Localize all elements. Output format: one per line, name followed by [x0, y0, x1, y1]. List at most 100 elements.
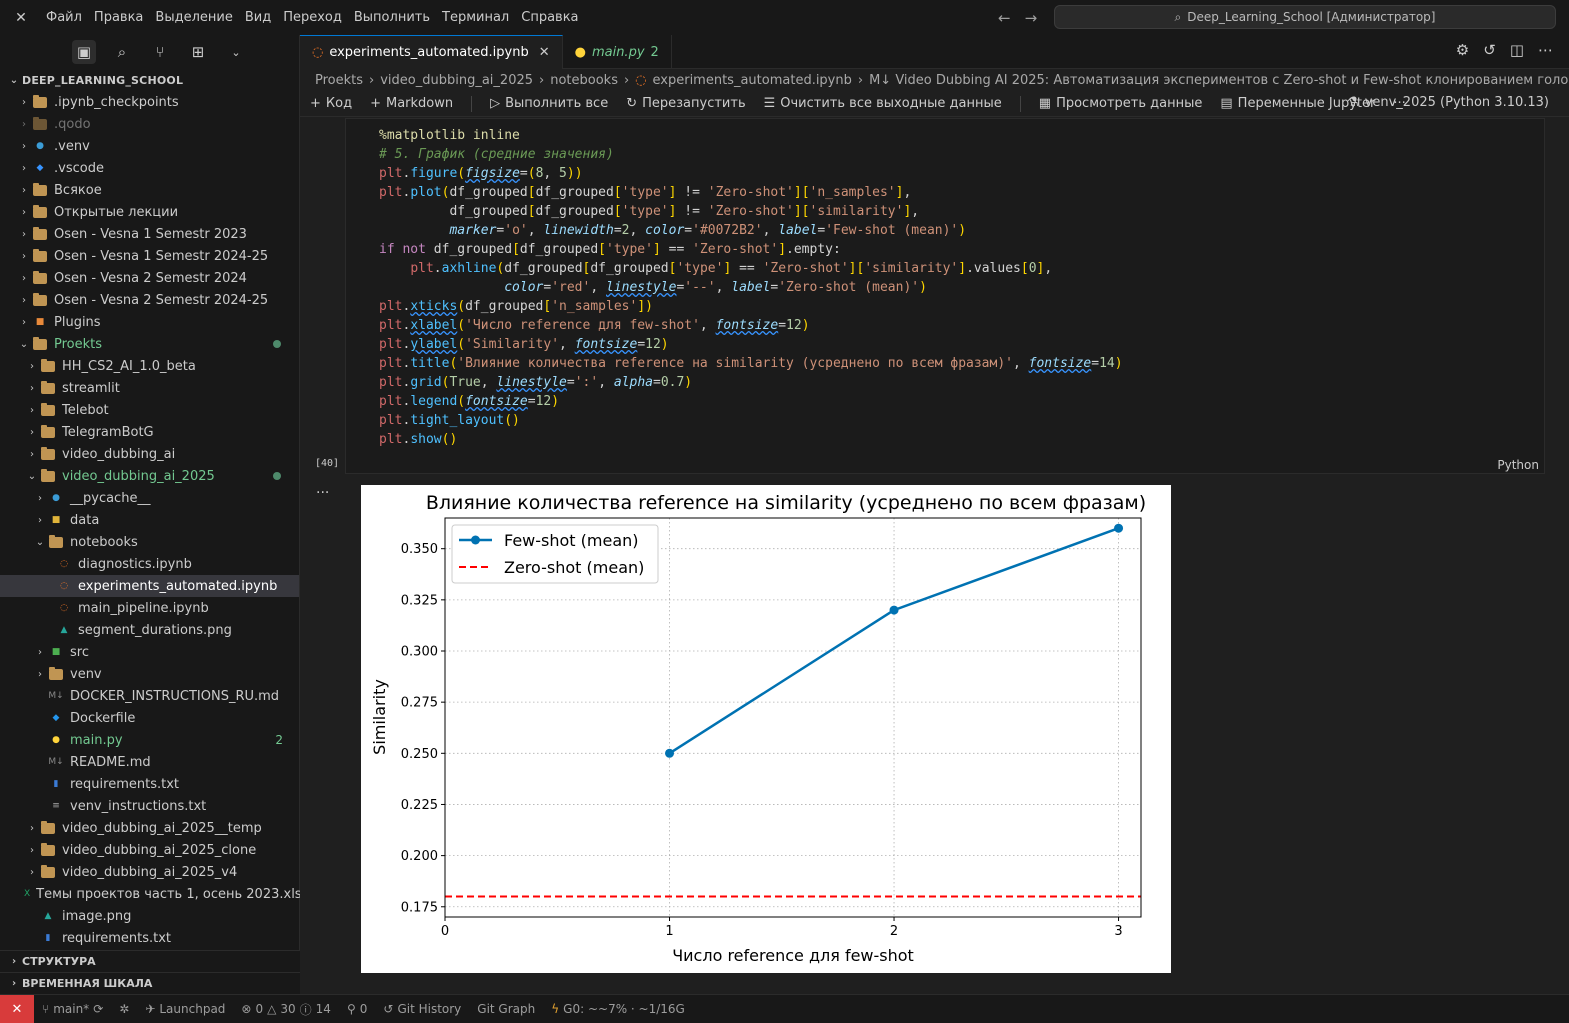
back-arrow-icon[interactable]: ← [998, 9, 1011, 27]
tree-item[interactable]: ⌄ Proekts [0, 333, 299, 355]
launchpad-status[interactable]: ✈ Launchpad [137, 1002, 233, 1016]
tree-item[interactable]: ◆ Dockerfile [0, 707, 299, 729]
tree-item[interactable]: M↓ README.md [0, 751, 299, 773]
explorer-files-icon[interactable]: ▣ [72, 40, 96, 64]
git-graph-status[interactable]: Git Graph [469, 1002, 543, 1016]
source-control-icon[interactable]: ⑂ [148, 40, 172, 64]
tree-item[interactable]: › video_dubbing_ai_2025__temp [0, 817, 299, 839]
menu-item[interactable]: Вид [239, 0, 277, 35]
problems-status[interactable]: ⊗ 0 △ 30 ⓘ 14 [233, 1001, 339, 1018]
timeline-section[interactable]: › ВРЕМЕННАЯ ШКАЛА [0, 972, 300, 994]
tree-item[interactable]: › Osen - Vesna 1 Semestr 2023 [0, 223, 299, 245]
tree-item[interactable]: › Telebot [0, 399, 299, 421]
add-code-cell-button[interactable]: + Код [310, 96, 352, 111]
folder-icon [40, 842, 56, 857]
tree-item[interactable]: ▮ requirements.txt [0, 927, 299, 949]
tree-item[interactable]: ◌ main_pipeline.ipynb [0, 597, 299, 619]
menu-item[interactable]: Файл [40, 0, 88, 35]
outline-section[interactable]: › СТРУКТУРА [0, 950, 300, 972]
tab-main-py[interactable]: ● main.py 2 [563, 35, 672, 69]
tree-item[interactable]: › video_dubbing_ai [0, 443, 299, 465]
chevron-right-icon: › [30, 822, 34, 834]
split-editor-icon[interactable]: ◫ [1510, 41, 1524, 59]
tree-item[interactable]: › Открытые лекции [0, 201, 299, 223]
tree-item[interactable]: › ● __pycache__ [0, 487, 299, 509]
tree-item[interactable]: › HH_CS2_AI_1.0_beta [0, 355, 299, 377]
menu-item[interactable]: Терминал [436, 0, 515, 35]
history-icon[interactable]: ↺ [1483, 41, 1496, 59]
tree-item[interactable]: › ● .venv [0, 135, 299, 157]
branch-label: main* [53, 1002, 90, 1016]
git-history-status[interactable]: ↺ Git History [375, 1002, 469, 1016]
tree-item[interactable]: › Всякое [0, 179, 299, 201]
tree-item[interactable]: ▲ image.png [0, 905, 299, 927]
close-icon[interactable]: ✕ [539, 45, 550, 60]
menu-item[interactable]: Переход [277, 0, 348, 35]
tree-item[interactable]: › TelegramBotG [0, 421, 299, 443]
remote-indicator-icon[interactable]: ✕ [0, 994, 34, 1023]
run-all-button[interactable]: ▷ Выполнить все [490, 96, 608, 111]
tree-item[interactable]: ≡ venv_instructions.txt [0, 795, 299, 817]
tree-item[interactable]: › video_dubbing_ai_2025_clone [0, 839, 299, 861]
ports-status[interactable]: ⚲ 0 [339, 1002, 375, 1016]
branch-status[interactable]: ⑂ main* ⟳ [34, 1002, 111, 1016]
tree-item[interactable]: X Темы проектов часть 1, осень 2023.xlsx [0, 883, 309, 905]
code-cell[interactable]: %matplotlib inline # 5. График (средние … [345, 118, 1545, 474]
y-tick-label: 0.200 [401, 849, 438, 864]
output-more-icon[interactable]: ··· [316, 485, 329, 501]
tree-item-label: .ipynb_checkpoints [54, 94, 179, 110]
forward-arrow-icon[interactable]: → [1025, 9, 1038, 27]
view-data-button[interactable]: ▦ Просмотреть данные [1039, 96, 1203, 111]
breadcrumb-item[interactable]: Proekts [315, 73, 363, 88]
menu-item[interactable]: Правка [88, 0, 149, 35]
kernel-picker[interactable]: ⚗ venv_2025 (Python 3.10.13) [1347, 95, 1549, 110]
tree-item[interactable]: › .qodo [0, 113, 299, 135]
command-center-search[interactable]: ⌕ Deep_Learning_School [Администратор] [1054, 5, 1556, 29]
tree-item[interactable]: › ■ src [0, 641, 299, 663]
breadcrumb-item[interactable]: video_dubbing_ai_2025 [380, 73, 533, 88]
tree-item[interactable]: › video_dubbing_ai_2025_v4 [0, 861, 299, 883]
tree-item[interactable]: ◌ diagnostics.ipynb [0, 553, 299, 575]
tree-item[interactable]: ⌄ notebooks [0, 531, 299, 553]
clear-outputs-button[interactable]: ☰ Очистить все выходные данные [764, 96, 1002, 111]
tree-item[interactable]: ▮ requirements.txt [0, 773, 299, 795]
tab-experiments-notebook[interactable]: ◌ experiments_automated.ipynb ✕ [300, 35, 563, 69]
gear-icon[interactable]: ⚙ [1456, 41, 1469, 59]
search-icon[interactable]: ⌕ [110, 40, 134, 64]
tree-item-label: image.png [62, 908, 132, 924]
extensions-icon[interactable]: ⊞ [186, 40, 210, 64]
tree-item[interactable]: ● main.py 2 [0, 729, 299, 751]
cell-language[interactable]: Python [1497, 458, 1539, 472]
tree-item[interactable]: › venv [0, 663, 299, 685]
chevron-right-icon: › [22, 272, 26, 284]
folder-icon [48, 666, 64, 681]
tree-item[interactable]: ▲ segment_durations.png [0, 619, 299, 641]
gpu-status[interactable]: ϟ G0: ~~7% · ~1/16G [543, 1002, 693, 1016]
add-markdown-cell-button[interactable]: + Markdown [370, 96, 453, 111]
tree-item[interactable]: › Osen - Vesna 1 Semestr 2024-25 [0, 245, 299, 267]
explorer-root-header[interactable]: ⌄ DEEP_LEARNING_SCHOOL [0, 69, 299, 91]
warning-icon: △ [267, 1002, 277, 1016]
breadcrumb-item[interactable]: notebooks [550, 73, 618, 88]
menu-item[interactable]: Справка [515, 0, 584, 35]
code-editor[interactable]: %matplotlib inline # 5. График (средние … [379, 126, 1123, 449]
tree-item[interactable]: › Osen - Vesna 2 Semestr 2024-25 [0, 289, 299, 311]
tree-item[interactable]: M↓ DOCKER_INSTRUCTIONS_RU.md [0, 685, 299, 707]
tree-item[interactable]: › ◆ .vscode [0, 157, 299, 179]
menu-item[interactable]: Выполнить [348, 0, 436, 35]
debug-status[interactable]: ✲ [111, 1002, 137, 1016]
tree-item[interactable]: › .ipynb_checkpoints [0, 91, 299, 113]
more-actions-icon[interactable]: ⋯ [1538, 41, 1553, 59]
tree-item[interactable]: › ■ Plugins [0, 311, 299, 333]
tree-item[interactable]: ◌ experiments_automated.ipynb [0, 575, 299, 597]
menu-item[interactable]: Выделение [149, 0, 238, 35]
breadcrumb-item[interactable]: M↓ Video Dubbing AI 2025: Автоматизация … [869, 73, 1569, 88]
y-axis-label: Similarity [370, 679, 389, 755]
tree-item[interactable]: ⌄ video_dubbing_ai_2025 [0, 465, 299, 487]
breadcrumb-item[interactable]: experiments_automated.ipynb [653, 73, 852, 88]
tree-item[interactable]: › streamlit [0, 377, 299, 399]
restart-button[interactable]: ↻ Перезапустить [626, 96, 745, 111]
tree-item[interactable]: › ■ data [0, 509, 299, 531]
chevron-down-icon[interactable]: ⌄ [224, 40, 248, 64]
tree-item[interactable]: › Osen - Vesna 2 Semestr 2024 [0, 267, 299, 289]
